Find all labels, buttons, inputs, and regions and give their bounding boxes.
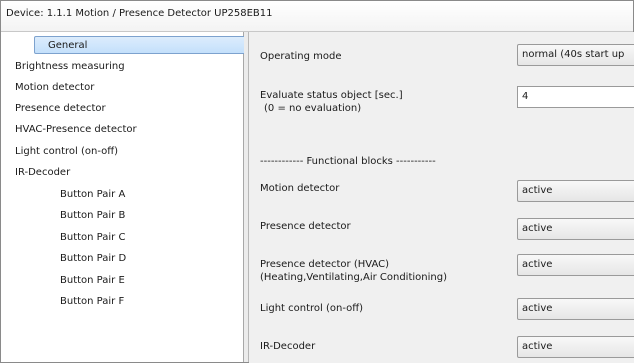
- evaluate-status-sublabel: (0 = no evaluation): [264, 103, 362, 114]
- sidebar-item-ir-decoder[interactable]: IR-Decoder: [15, 164, 70, 182]
- title-bar: Device: 1.1.1 Motion / Presence Detector…: [1, 1, 633, 32]
- operating-mode-select[interactable]: normal (40s start up: [517, 44, 634, 66]
- sidebar-item-label: General: [48, 40, 88, 51]
- operating-mode-label: Operating mode: [260, 51, 342, 62]
- sidebar-item-label: Button Pair C: [60, 232, 126, 243]
- ir-decoder-select[interactable]: active: [517, 336, 634, 358]
- presence-detector-select[interactable]: active: [517, 218, 634, 240]
- presence-hvac-sublabel: (Heating,Ventilating,Air Conditioning): [260, 272, 447, 283]
- sidebar-item-label: IR-Decoder: [15, 167, 71, 178]
- sidebar-item-presence-detector[interactable]: Presence detector: [15, 100, 106, 118]
- sidebar-item-label: Button Pair B: [60, 210, 126, 221]
- parameter-panel: Operating mode normal (40s start up Eval…: [249, 32, 634, 363]
- sidebar-item-button-pair-b[interactable]: Button Pair B: [60, 207, 125, 225]
- sidebar-item-button-pair-a[interactable]: Button Pair A: [60, 186, 125, 204]
- sidebar-item-label: Presence detector: [15, 103, 106, 114]
- sidebar-item-label: Button Pair D: [60, 253, 127, 264]
- sidebar-item-button-pair-e[interactable]: Button Pair E: [60, 272, 125, 290]
- sidebar-item-label: Motion detector: [15, 82, 95, 93]
- sidebar-item-brightness-measuring[interactable]: Brightness measuring: [15, 58, 125, 76]
- evaluate-status-input[interactable]: 4: [517, 86, 634, 108]
- sidebar-item-motion-detector[interactable]: Motion detector: [15, 79, 94, 97]
- sidebar-item-label: Button Pair E: [60, 275, 125, 286]
- sidebar-item-label: Brightness measuring: [15, 61, 125, 72]
- sidebar-item-label: Button Pair A: [60, 189, 126, 200]
- sidebar-item-hvac-presence-detector[interactable]: HVAC-Presence detector: [15, 121, 137, 139]
- sidebar-item-light-control[interactable]: Light control (on-off): [15, 143, 118, 161]
- sidebar-item-label: HVAC-Presence detector: [15, 124, 137, 135]
- evaluate-status-label: Evaluate status object [sec.]: [260, 90, 403, 101]
- sidebar-item-label: Button Pair F: [60, 296, 125, 307]
- sidebar: General Brightness measuring Motion dete…: [1, 32, 247, 362]
- motion-detector-select[interactable]: active: [517, 180, 634, 202]
- light-control-select[interactable]: active: [517, 298, 634, 320]
- motion-detector-label: Motion detector: [260, 183, 340, 194]
- presence-hvac-select[interactable]: active: [517, 254, 634, 276]
- light-control-label: Light control (on-off): [260, 303, 364, 314]
- window-title: Device: 1.1.1 Motion / Presence Detector…: [6, 8, 273, 19]
- sidebar-item-button-pair-f[interactable]: Button Pair F: [60, 293, 124, 311]
- sidebar-item-button-pair-c[interactable]: Button Pair C: [60, 229, 125, 247]
- sidebar-item-label: Light control (on-off): [15, 146, 119, 157]
- presence-detector-label: Presence detector: [260, 221, 351, 232]
- functional-blocks-header: ------------ Functional blocks ---------…: [260, 156, 436, 167]
- sidebar-item-general[interactable]: General: [34, 36, 247, 54]
- presence-hvac-label: Presence detector (HVAC): [260, 259, 389, 270]
- sidebar-item-button-pair-d[interactable]: Button Pair D: [60, 250, 126, 268]
- ir-decoder-label: IR-Decoder: [260, 341, 316, 352]
